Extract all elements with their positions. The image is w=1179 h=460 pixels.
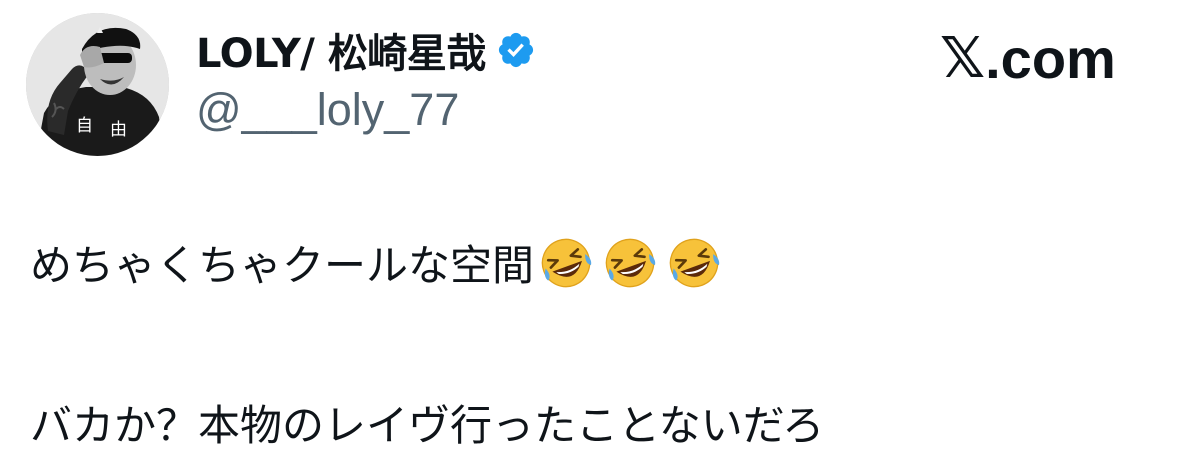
- verified-badge-icon: [498, 32, 533, 68]
- author-handle[interactable]: @___loly_77: [196, 84, 459, 136]
- tweet-text-line-1: めちゃくちゃクールな空間: [30, 232, 722, 293]
- x-logo-icon: 𝕏: [940, 25, 986, 91]
- avatar[interactable]: 自 由: [26, 13, 169, 156]
- tweet-text-2: バカか？本物のレイヴ行ったことないだろ: [30, 401, 825, 450]
- tweet-card: 自 由 LOLY/ 松崎星哉 @___loly_77 𝕏 .com めちゃくちゃ…: [0, 0, 1179, 460]
- rofl-emoji-icon: [669, 238, 720, 287]
- x-com-logo: 𝕏 .com: [940, 25, 1116, 91]
- rofl-emoji-icon: [541, 238, 592, 287]
- display-name[interactable]: LOLY/ 松崎星哉: [196, 21, 486, 79]
- rofl-emoji-icon: [605, 238, 656, 287]
- svg-text:自: 自: [76, 116, 93, 136]
- avatar-photo: 自 由: [26, 13, 169, 156]
- tweet-text-line-2: バカか？本物のレイヴ行ったことないだろ: [30, 392, 824, 453]
- tweet-text-1: めちゃくちゃクールな空間: [30, 241, 535, 290]
- svg-text:由: 由: [110, 120, 127, 140]
- author-header: LOLY/ 松崎星哉: [196, 22, 536, 78]
- brand-domain-text: .com: [985, 26, 1116, 90]
